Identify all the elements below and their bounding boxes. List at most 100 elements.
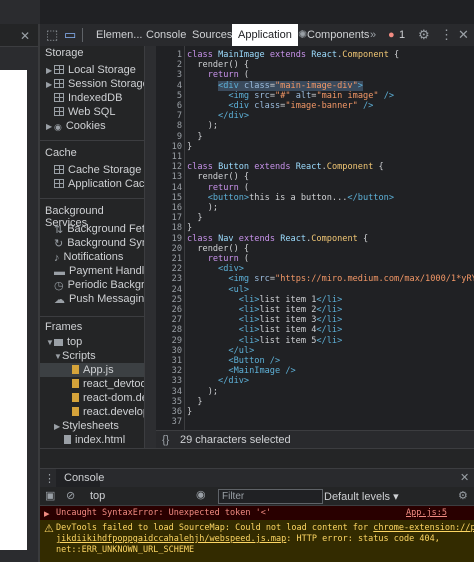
database-icon — [54, 107, 64, 116]
sidebar-item-session-storage[interactable]: ▶ Session Storage — [46, 77, 144, 91]
close-icon[interactable]: ✕ — [460, 471, 469, 484]
line-number[interactable]: 15 — [156, 193, 182, 203]
code-line: return ( — [207, 254, 250, 264]
error-icon[interactable]: ● — [388, 24, 395, 46]
warning-link[interactable]: jikdiikihdfpoppgaidccahalehjh/webspeed.j… — [56, 534, 286, 544]
line-number[interactable]: 36 — [156, 407, 182, 417]
context-selector[interactable]: top — [90, 490, 105, 502]
code-line: } — [187, 131, 203, 142]
chevron-right-icon: ▶ — [54, 422, 61, 431]
folder-scripts[interactable]: ▼Scripts — [54, 349, 96, 363]
line-number[interactable]: 6 — [156, 101, 182, 111]
pretty-print-button[interactable]: {} — [162, 434, 169, 446]
sidebar-item-background-sync[interactable]: ↻Background Sync — [54, 236, 144, 250]
tab-elements[interactable]: Elemen... — [96, 24, 142, 46]
sidebar-item-push-messaging[interactable]: ☁ Push Messaging — [54, 292, 144, 306]
line-number[interactable]: 32 — [156, 366, 182, 376]
sidebar-item-local-storage[interactable]: ▶ Local Storage — [46, 63, 136, 77]
folder-stylesheets[interactable]: ▶ Stylesheets — [54, 419, 119, 433]
line-number[interactable]: 2 — [156, 60, 182, 70]
tab-components[interactable]: Components — [307, 24, 369, 46]
components-icon: ✺ — [298, 29, 308, 41]
console-warning-message: ⚠ DevTools failed to load SourceMap: Cou… — [40, 520, 474, 562]
sidebar-item-cache-storage[interactable]: Cache Storage — [54, 163, 141, 177]
frame-top[interactable]: ▼ top — [46, 335, 82, 349]
tab-sources[interactable]: Sources — [192, 24, 232, 46]
warning-link[interactable]: chrome-extension://pgj — [373, 523, 474, 533]
line-number[interactable]: 28 — [156, 325, 182, 335]
gear-icon[interactable]: ⚙ — [458, 489, 468, 502]
line-number[interactable]: 20 — [156, 244, 182, 254]
tab-application[interactable]: Application — [232, 24, 298, 46]
line-number[interactable]: 17 — [156, 213, 182, 223]
inspect-icon[interactable]: ⬚ — [46, 24, 58, 46]
clear-console-icon[interactable]: ⊘ — [66, 489, 75, 502]
gear-icon[interactable]: ⚙ — [418, 24, 430, 46]
line-number[interactable]: 9 — [156, 132, 182, 142]
code-line: <li>list item 1</li> — [238, 294, 343, 305]
line-number[interactable]: 4 — [156, 81, 182, 91]
kebab-menu-icon[interactable]: ⋮ — [440, 24, 453, 46]
line-number[interactable]: 34 — [156, 387, 182, 397]
sidebar-toggle-icon[interactable]: ▣ — [45, 489, 55, 502]
line-number[interactable]: 16 — [156, 203, 182, 213]
line-number[interactable]: 8 — [156, 121, 182, 131]
line-number[interactable]: 30 — [156, 346, 182, 356]
sidebar-item-cookies[interactable]: ▶ ◉ Cookies — [46, 119, 106, 133]
section-cache: Cache — [45, 147, 77, 159]
line-number[interactable]: 14 — [156, 183, 182, 193]
line-number[interactable]: 7 — [156, 111, 182, 121]
line-number[interactable]: 22 — [156, 264, 182, 274]
line-number[interactable]: 33 — [156, 376, 182, 386]
code-line: <img src="#" alt="main image" /> — [228, 90, 395, 101]
close-icon[interactable]: ✕ — [458, 24, 469, 46]
sidebar-item-notifications[interactable]: ♪ Notifications — [54, 250, 123, 264]
line-number[interactable]: 3 — [156, 70, 182, 80]
line-number[interactable]: 1 — [156, 50, 182, 60]
line-number[interactable]: 23 — [156, 274, 182, 284]
error-source-link[interactable]: App.js:5 — [406, 508, 447, 518]
line-number[interactable]: 18 — [156, 223, 182, 233]
code-line: <div> — [218, 264, 244, 275]
line-number[interactable]: 13 — [156, 172, 182, 182]
file-app-js[interactable]: App.js — [40, 363, 144, 377]
sidebar-item-periodic-background[interactable]: ◷Periodic Background — [54, 278, 144, 292]
line-number[interactable]: 37 — [156, 417, 182, 427]
line-number[interactable]: 19 — [156, 234, 182, 244]
sidebar-divider — [40, 198, 144, 199]
line-number[interactable]: 25 — [156, 295, 182, 305]
drawer-menu-icon[interactable]: ⋮ — [44, 472, 55, 485]
log-levels-dropdown[interactable]: Default levels ▾ — [324, 490, 399, 503]
line-number[interactable]: 5 — [156, 91, 182, 101]
file-react-devtools[interactable]: react_devtools_b — [72, 377, 144, 391]
line-number[interactable]: 29 — [156, 336, 182, 346]
file-index-html[interactable]: index.html — [64, 433, 125, 447]
sidebar-item-indexeddb[interactable]: IndexedDB — [46, 91, 122, 105]
sidebar-item-background-fetch[interactable]: ⇅Background Fetch — [54, 222, 144, 236]
eye-icon[interactable]: ◉ — [196, 488, 206, 501]
line-number[interactable]: 31 — [156, 356, 182, 366]
line-number[interactable]: 21 — [156, 254, 182, 264]
tab-console-drawer[interactable]: Console — [64, 472, 104, 484]
selection-status: 29 characters selected — [180, 434, 291, 446]
sidebar-item-web-sql[interactable]: Web SQL — [46, 105, 116, 119]
error-count[interactable]: 1 — [399, 24, 405, 46]
device-toggle-icon[interactable]: ▭ — [64, 24, 76, 46]
more-tabs-button[interactable]: » — [370, 24, 376, 46]
file-icon — [72, 393, 79, 402]
console-filter-input[interactable]: Filter — [218, 489, 323, 504]
file-react-dom[interactable]: react-dom.deve — [72, 391, 144, 405]
sidebar-item-payment-handler[interactable]: ▬Payment Handler — [54, 264, 144, 278]
line-number[interactable]: 12 — [156, 162, 182, 172]
line-number[interactable]: 26 — [156, 305, 182, 315]
close-icon[interactable]: ✕ — [20, 29, 30, 43]
sidebar-item-application-cache[interactable]: Application Cache — [54, 177, 144, 191]
line-number[interactable]: 35 — [156, 397, 182, 407]
file-react-development[interactable]: react.developm — [72, 405, 144, 419]
tab-console[interactable]: Console — [146, 24, 186, 46]
line-number[interactable]: 10 — [156, 142, 182, 152]
code-editor[interactable]: 1 2 3 4 5 6 7 8 9 10 11 12 13 14 15 16 17 18 19 20 21 22 23 24 2… — [156, 46, 474, 430]
line-number[interactable]: 24 — [156, 285, 182, 295]
line-number[interactable]: 11 — [156, 152, 182, 162]
line-number[interactable]: 27 — [156, 315, 182, 325]
